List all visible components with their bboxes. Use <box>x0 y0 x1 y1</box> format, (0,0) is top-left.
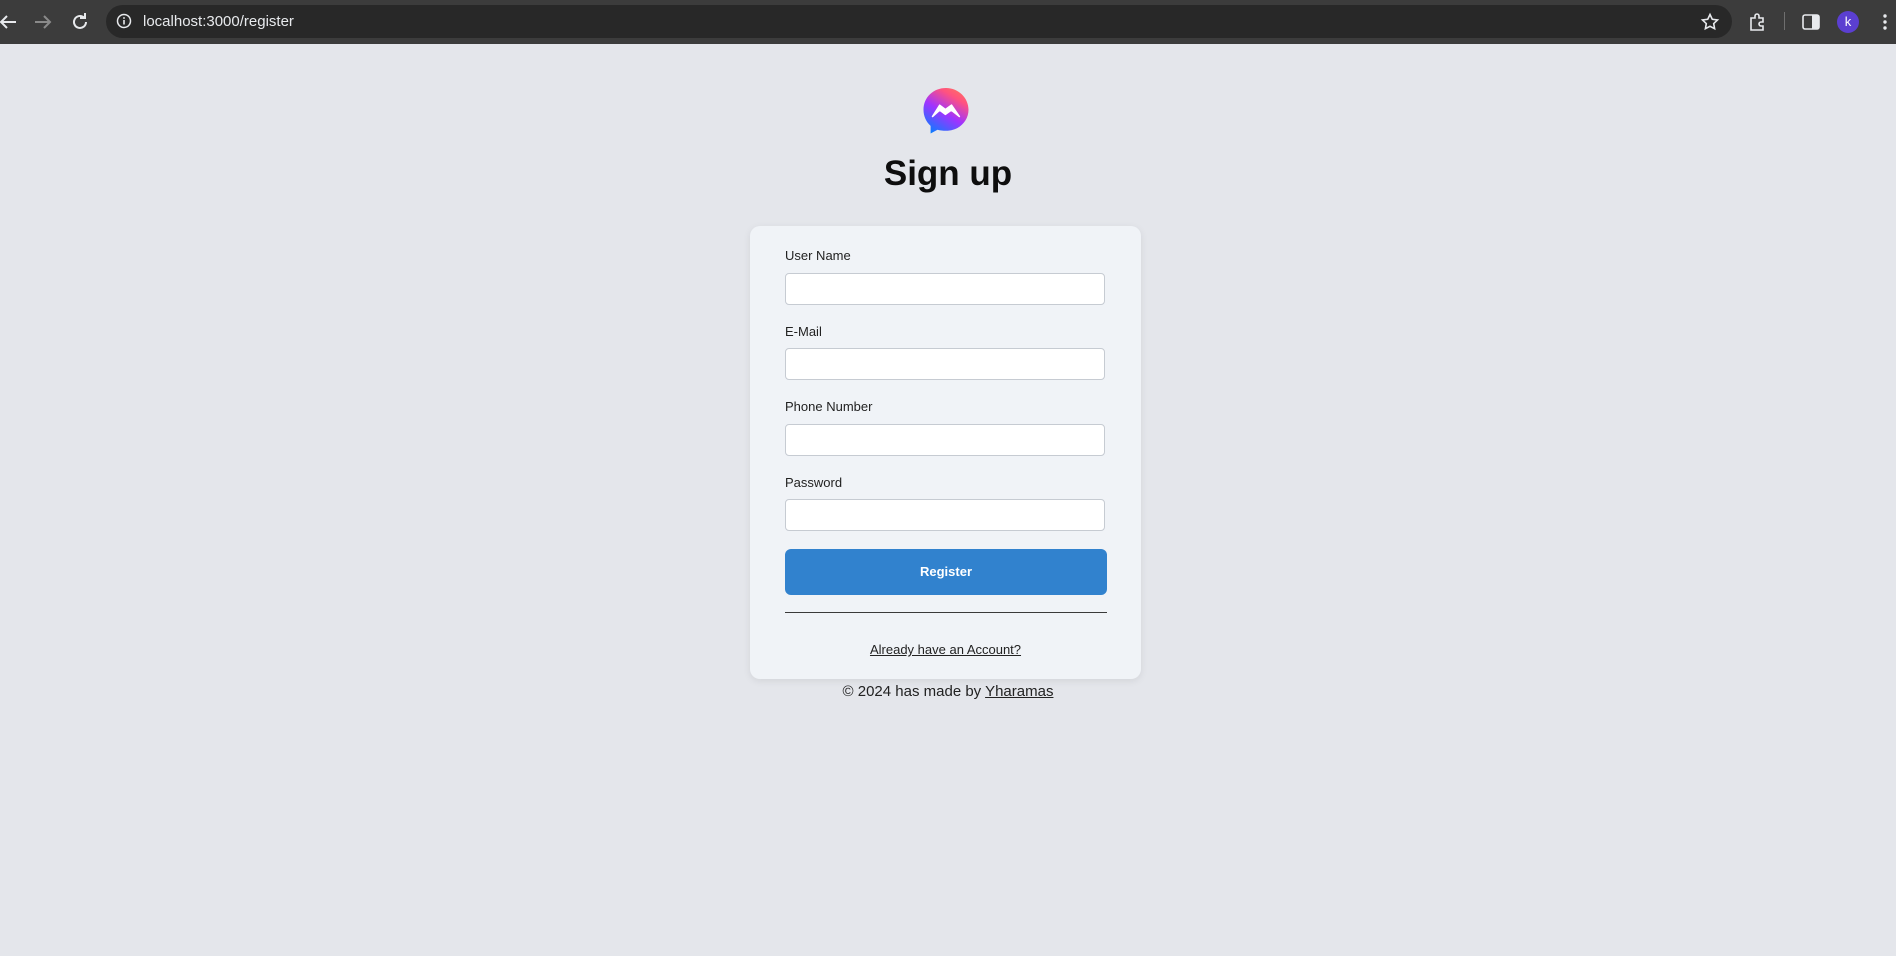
footer: © 2024 has made by Yharamas <box>0 682 1896 702</box>
page-title: Sign up <box>883 154 1013 193</box>
site-info-icon[interactable] <box>116 13 132 29</box>
extensions-icon[interactable] <box>1747 11 1769 33</box>
toolbar-separator <box>1784 12 1785 30</box>
form-divider <box>785 612 1107 613</box>
more-menu-icon[interactable] <box>1874 11 1896 33</box>
reload-icon[interactable] <box>68 10 92 34</box>
browser-toolbar: localhost:3000/register k <box>0 0 1896 44</box>
url-text[interactable]: localhost:3000/register <box>143 13 294 30</box>
address-bar[interactable]: localhost:3000/register <box>106 5 1732 38</box>
email-input[interactable] <box>785 348 1105 380</box>
email-label: E-Mail <box>785 324 822 339</box>
password-label: Password <box>785 475 843 490</box>
signup-form: User Name E-Mail Phone Number Password R… <box>750 226 1141 679</box>
footer-text: © 2024 has made by <box>842 683 982 700</box>
username-input[interactable] <box>785 273 1105 305</box>
phone-number-input[interactable] <box>785 424 1105 456</box>
password-input[interactable] <box>785 499 1105 531</box>
bookmark-star-icon[interactable] <box>1700 12 1720 32</box>
forward-arrow-icon[interactable] <box>31 10 55 34</box>
profile-avatar[interactable]: k <box>1837 11 1859 33</box>
register-button[interactable]: Register <box>785 549 1107 595</box>
author-link[interactable]: Yharamas <box>985 683 1053 700</box>
login-link[interactable]: Already have an Account? <box>750 642 1141 657</box>
username-label: User Name <box>785 248 851 263</box>
phone-number-label: Phone Number <box>785 399 873 414</box>
side-panel-icon[interactable] <box>1800 11 1822 33</box>
messenger-logo-icon <box>923 88 969 134</box>
back-arrow-icon[interactable] <box>0 10 20 34</box>
